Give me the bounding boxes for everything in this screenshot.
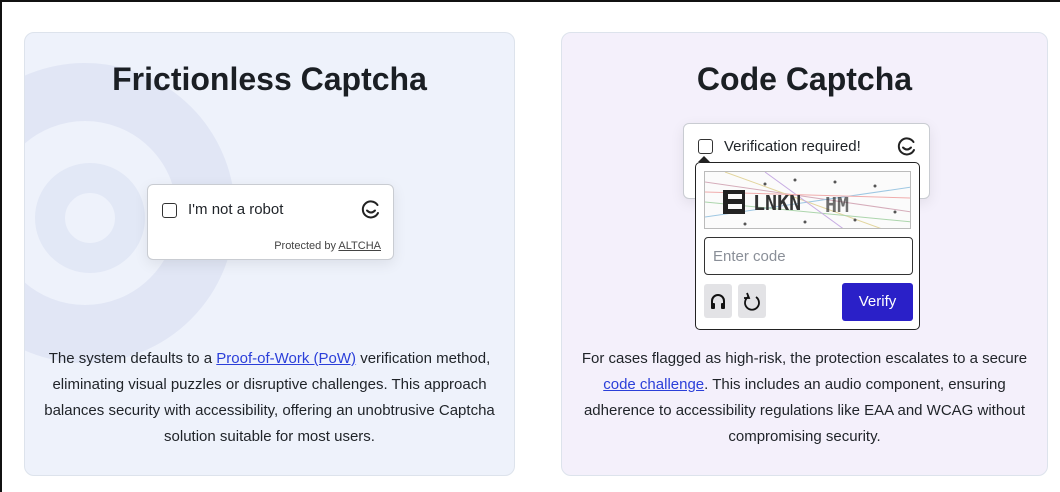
code-challenge-popup: LNKN HM Verify [695,162,920,330]
altcha-link[interactable]: ALTCHA [338,240,381,252]
card-description: The system defaults to a Proof-of-Work (… [41,346,498,450]
card-description: For cases flagged as high-risk, the prot… [578,346,1031,450]
altcha-widget: I'm not a robot Protected by ALTCHA [147,184,394,260]
card-title: Frictionless Captcha [112,61,427,97]
desc-text-1: For cases flagged as high-risk, the prot… [581,350,1028,367]
verify-button[interactable]: Verify [842,283,913,321]
checkbox-label: Verification required! [724,138,861,155]
pow-link[interactable]: Proof-of-Work (PoW) [216,350,356,367]
audio-button[interactable] [704,284,732,318]
checkbox-label: I'm not a robot [188,201,284,218]
code-input[interactable] [704,237,913,275]
altcha-icon [361,200,379,219]
code-challenge-link[interactable]: code challenge [603,376,704,393]
headphones-icon [711,294,725,309]
verification-checkbox[interactable] [698,139,713,154]
frictionless-captcha-card: Frictionless Captcha I'm not a robot Pro… [24,32,515,476]
card-title: Code Captcha [696,61,913,97]
distorted-code-image: LNKN HM [705,172,910,228]
svg-text:HM: HM [825,193,849,217]
desc-text-1: The system defaults to a [48,350,217,367]
svg-text:LNKN: LNKN [753,191,801,215]
decorative-ring-inner [35,163,145,273]
captcha-code-image: LNKN HM [704,171,911,229]
reload-button[interactable] [738,284,766,318]
reload-icon [744,292,760,311]
not-robot-checkbox[interactable] [162,203,177,218]
altcha-icon [897,137,915,156]
protected-prefix: Protected by [274,240,339,252]
protected-by: Protected by ALTCHA [274,240,381,252]
